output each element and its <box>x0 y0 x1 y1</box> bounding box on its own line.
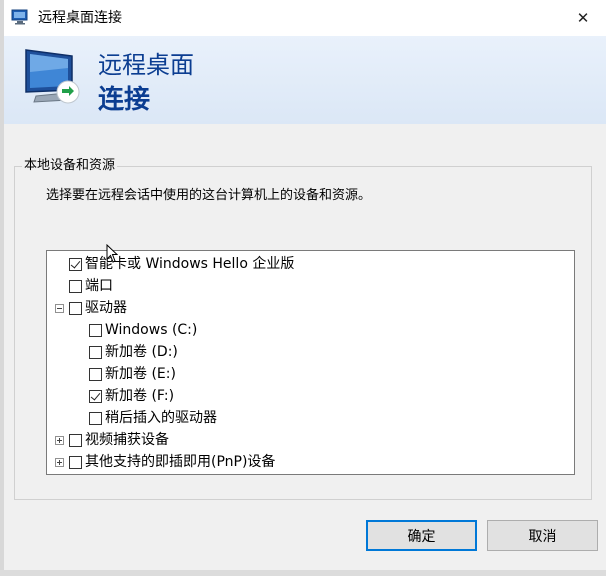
collapse-drives-icon[interactable] <box>55 304 64 313</box>
checkbox-ports[interactable] <box>69 279 82 293</box>
checkbox-drive-e[interactable] <box>89 367 102 381</box>
window-title: 远程桌面连接 <box>38 10 122 26</box>
tree-item-label: 新加卷 (E:) <box>105 366 176 382</box>
close-icon: ✕ <box>576 9 590 27</box>
close-button[interactable]: ✕ <box>560 0 606 36</box>
header-banner: 远程桌面 连接 <box>0 36 606 124</box>
expand-video-capture-icon[interactable] <box>55 436 64 445</box>
banner-title-line1: 远程桌面 <box>98 51 194 79</box>
groupbox-label: 本地设备和资源 <box>22 156 118 176</box>
tree-item-smart-card[interactable]: 智能卡或 Windows Hello 企业版 <box>69 253 294 275</box>
title-bar[interactable]: 远程桌面连接 ✕ <box>0 0 606 36</box>
tree-item-ports[interactable]: 端口 <box>69 275 113 297</box>
bottom-window-edge <box>0 570 606 576</box>
groupbox-description: 选择要在远程会话中使用的这台计算机上的设备和资源。 <box>46 188 372 203</box>
tree-item-drive-c[interactable]: Windows (C:) <box>89 319 197 341</box>
checkbox-video-capture[interactable] <box>69 433 82 447</box>
checkbox-later-drives[interactable] <box>89 411 102 425</box>
tree-item-label: Windows (C:) <box>105 322 198 338</box>
left-window-edge <box>0 0 4 576</box>
ok-button[interactable]: 确定 <box>366 520 477 551</box>
tree-item-label: 新加卷 (D:) <box>105 344 178 360</box>
remote-desktop-app-icon <box>11 9 29 25</box>
device-tree[interactable]: 智能卡或 Windows Hello 企业版 端口 驱动器 Windows (C… <box>46 250 575 475</box>
tree-item-later-drives[interactable]: 稍后插入的驱动器 <box>89 407 217 429</box>
cancel-button[interactable]: 取消 <box>487 520 598 551</box>
tree-item-label: 稍后插入的驱动器 <box>105 410 217 426</box>
checkbox-drive-f[interactable] <box>89 389 102 403</box>
checkbox-drives[interactable] <box>69 301 82 315</box>
tree-item-drives[interactable]: 驱动器 <box>69 297 127 319</box>
tree-item-label: 端口 <box>85 278 113 294</box>
tree-item-label: 驱动器 <box>85 300 127 316</box>
tree-item-video-capture[interactable]: 视频捕获设备 <box>69 429 169 451</box>
banner-title-line2: 连接 <box>98 85 151 115</box>
remote-desktop-monitor-icon <box>22 46 82 106</box>
remote-desktop-dialog: 远程桌面连接 ✕ 远程桌面 连接 本地设备和资源 选择要在远程会话中使用的这台计… <box>0 0 606 576</box>
tree-item-drive-f[interactable]: 新加卷 (F:) <box>89 385 174 407</box>
checkbox-drive-d[interactable] <box>89 345 102 359</box>
tree-item-drive-e[interactable]: 新加卷 (E:) <box>89 363 176 385</box>
tree-item-label: 其他支持的即插即用(PnP)设备 <box>85 454 276 470</box>
tree-item-label: 新加卷 (F:) <box>105 388 175 404</box>
tree-item-pnp-devices[interactable]: 其他支持的即插即用(PnP)设备 <box>69 451 275 473</box>
expand-pnp-devices-icon[interactable] <box>55 458 64 467</box>
checkbox-drive-c[interactable] <box>89 323 102 337</box>
mouse-pointer-icon <box>106 243 119 264</box>
checkbox-pnp-devices[interactable] <box>69 455 82 469</box>
tree-item-drive-d[interactable]: 新加卷 (D:) <box>89 341 178 363</box>
tree-item-label: 视频捕获设备 <box>85 432 169 448</box>
checkbox-smart-card[interactable] <box>69 257 82 271</box>
